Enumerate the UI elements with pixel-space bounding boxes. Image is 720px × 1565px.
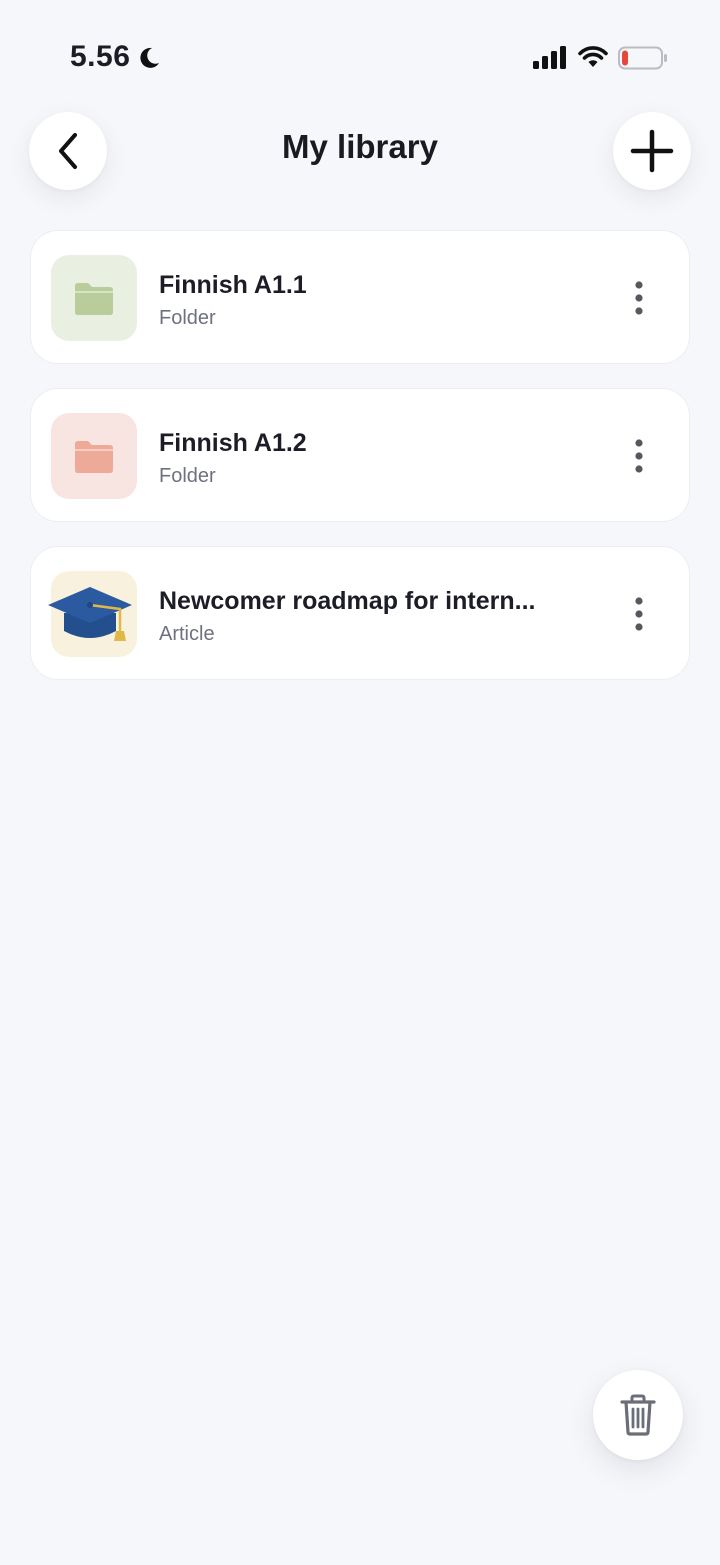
cellular-signal-icon <box>533 46 566 69</box>
add-button[interactable] <box>613 112 691 190</box>
item-type: Folder <box>159 465 216 487</box>
library-list: Finnish A1.1 Folder Finnish A1.2 Folder <box>30 230 690 704</box>
moon-icon <box>140 47 159 68</box>
item-title: Newcomer roadmap for intern... <box>159 587 536 615</box>
library-item-newcomer-roadmap[interactable]: Newcomer roadmap for intern... Article <box>30 546 690 680</box>
folder-thumbnail <box>51 413 137 499</box>
more-options-button[interactable] <box>619 592 659 636</box>
item-title: Finnish A1.1 <box>159 271 307 299</box>
vertical-ellipsis-icon <box>635 439 643 473</box>
folder-icon <box>75 283 113 315</box>
plus-icon <box>630 129 674 173</box>
library-item-finnish-a1-2[interactable]: Finnish A1.2 Folder <box>30 388 690 522</box>
folder-icon <box>75 441 113 473</box>
vertical-ellipsis-icon <box>635 281 643 315</box>
wifi-icon <box>578 46 608 67</box>
vertical-ellipsis-icon <box>635 597 643 631</box>
article-thumbnail <box>48 571 137 657</box>
delete-button[interactable] <box>593 1370 683 1460</box>
page-title: My library <box>282 128 438 165</box>
status-bar: 5.56 <box>0 0 720 100</box>
item-type: Folder <box>159 307 216 329</box>
status-time: 5.56 <box>70 40 131 73</box>
item-type: Article <box>159 623 215 645</box>
trash-icon <box>620 1394 656 1436</box>
more-options-button[interactable] <box>619 434 659 478</box>
item-title: Finnish A1.2 <box>159 429 307 457</box>
more-options-button[interactable] <box>619 276 659 320</box>
library-screen: 5.56 My library Finnish A1.1 Folder Finn… <box>0 0 720 1565</box>
folder-thumbnail <box>51 255 137 341</box>
graduation-cap-icon <box>48 587 132 641</box>
library-item-finnish-a1-1[interactable]: Finnish A1.1 Folder <box>30 230 690 364</box>
battery-low-icon <box>618 46 667 70</box>
